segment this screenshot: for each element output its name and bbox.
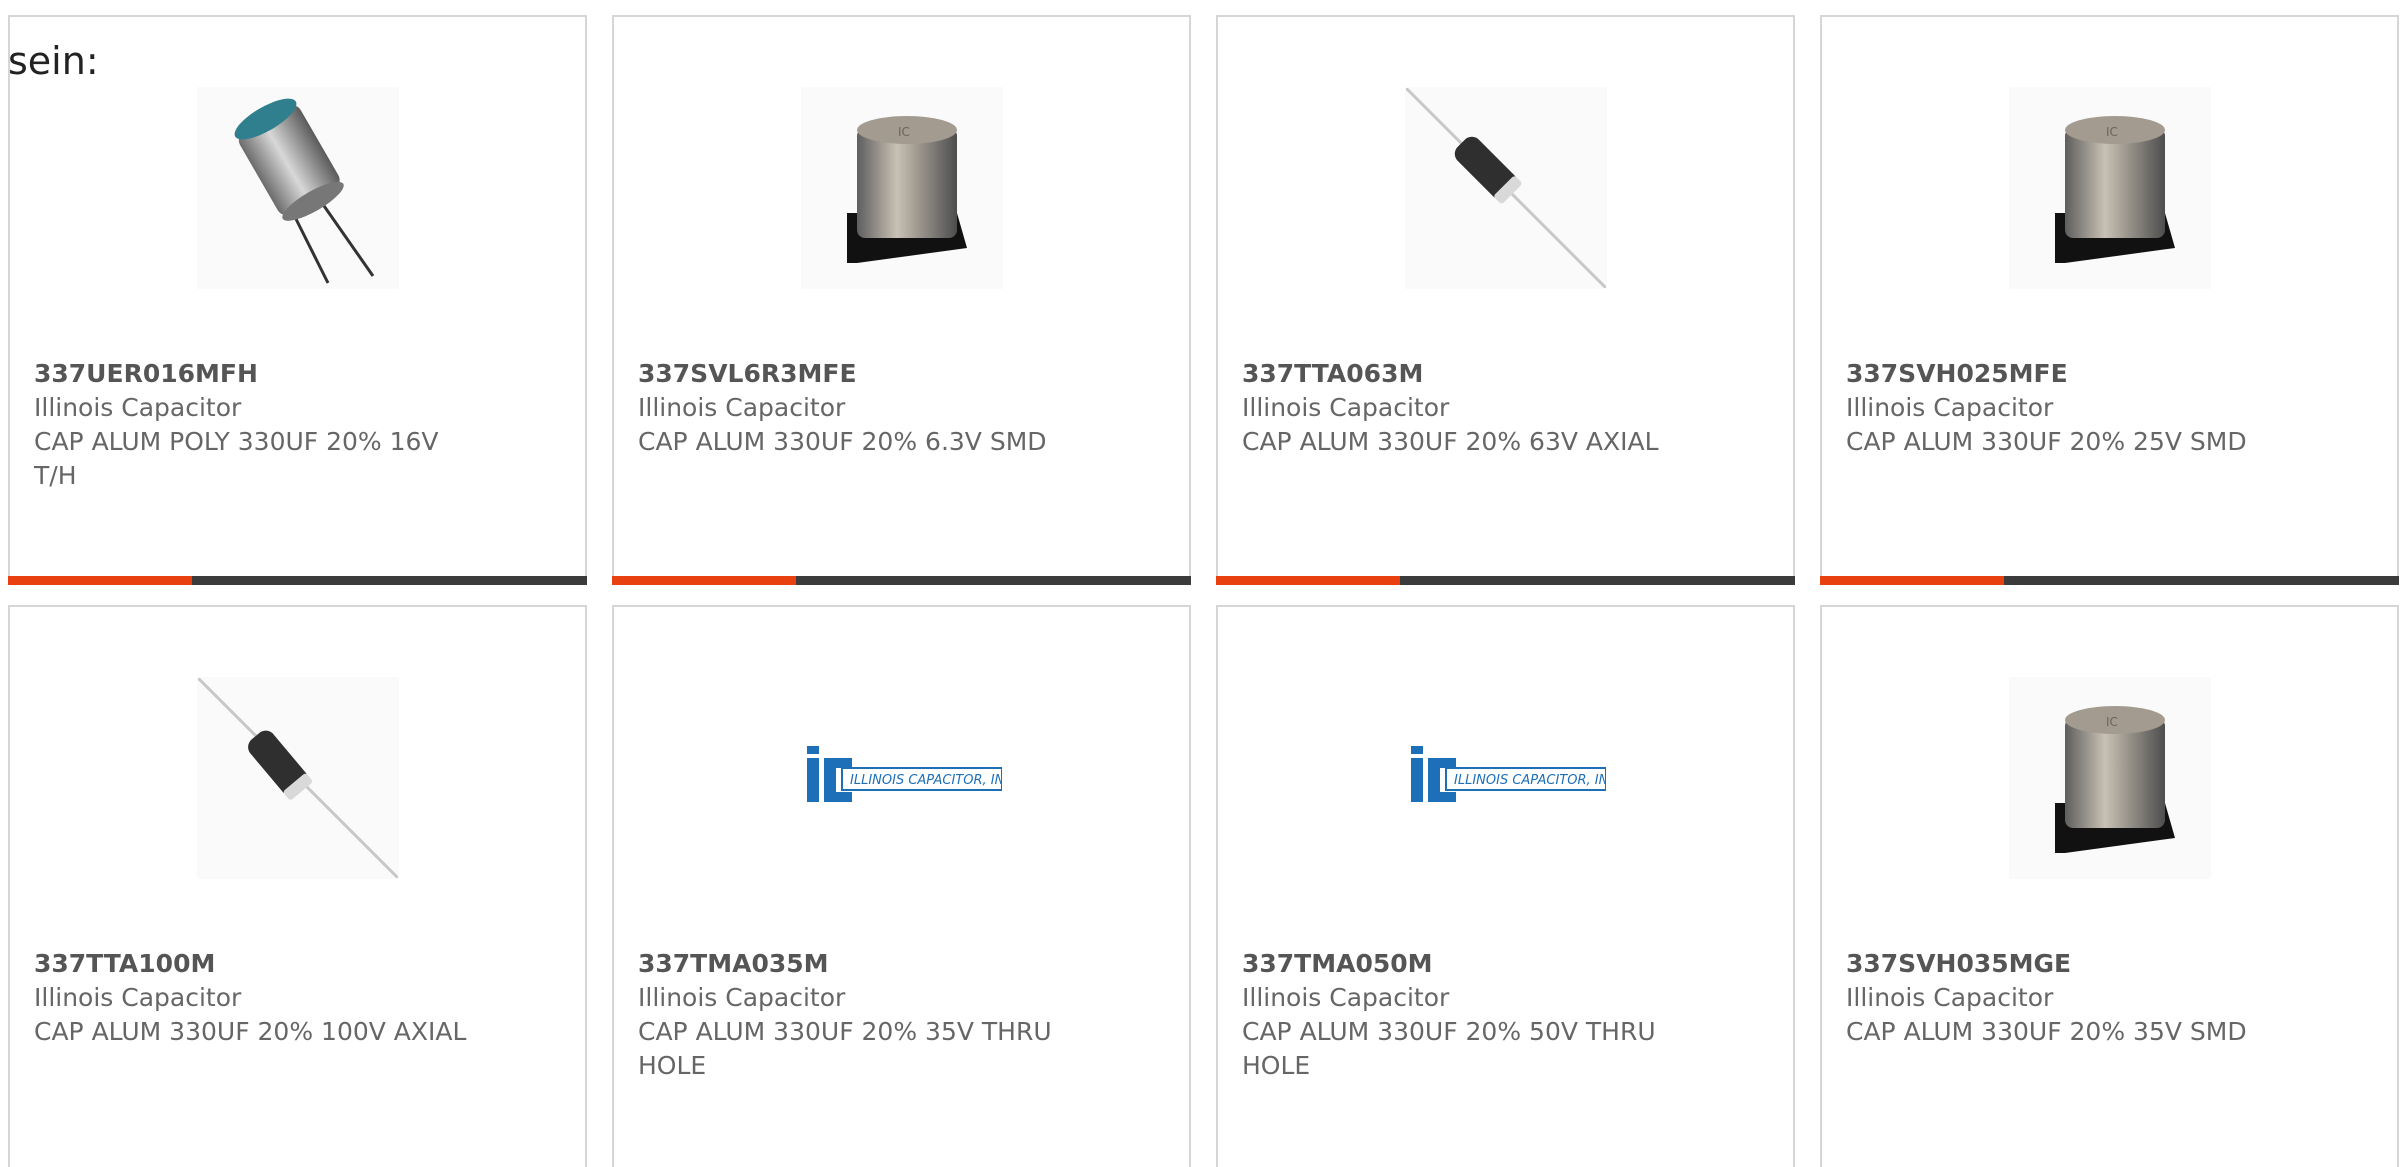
description: CAP ALUM 330UF 20% 6.3V SMD [638, 427, 1047, 456]
product-card[interactable]: IC 337SVH025MFE Illinois Capacitor CAP A… [1820, 15, 2399, 585]
part-number[interactable]: 337TMA050M [1242, 947, 1682, 981]
card-underline-accent [1820, 576, 2004, 585]
product-grid-page: 337UER016MFH Illinois Capacitor CAP ALUM… [0, 0, 2400, 1167]
part-number[interactable]: 337UER016MFH [34, 357, 474, 391]
smd-capacitor-icon: IC [2009, 87, 2211, 289]
card-underline-accent [8, 576, 192, 585]
manufacturer: Illinois Capacitor [1846, 393, 2054, 422]
axial-capacitor-icon [197, 677, 399, 879]
manufacturer: Illinois Capacitor [638, 393, 846, 422]
product-info: 337TTA063M Illinois Capacitor CAP ALUM 3… [1242, 357, 1682, 459]
svg-text:IC: IC [2106, 715, 2118, 729]
smd-capacitor-icon: IC [2009, 677, 2211, 879]
product-info: 337SVL6R3MFE Illinois Capacitor CAP ALUM… [638, 357, 1078, 459]
product-info: 337UER016MFH Illinois Capacitor CAP ALUM… [34, 357, 474, 493]
product-info: 337TMA050M Illinois Capacitor CAP ALUM 3… [1242, 947, 1682, 1083]
product-card[interactable]: IC 337SVH035MGE Illinois Capacitor CAP A… [1820, 605, 2399, 1167]
description: CAP ALUM POLY 330UF 20% 16V T/H [34, 427, 439, 490]
axial-capacitor-icon [1405, 87, 1607, 289]
description: CAP ALUM 330UF 20% 50V THRU HOLE [1242, 1017, 1656, 1080]
description: CAP ALUM 330UF 20% 63V AXIAL [1242, 427, 1659, 456]
card-underline [1820, 576, 2399, 585]
illinois-capacitor-logo: ILLINOIS CAPACITOR, INC. [1405, 677, 1607, 879]
product-card[interactable]: ILLINOIS CAPACITOR, INC. 337TMA050M Illi… [1216, 605, 1795, 1167]
part-number[interactable]: 337TTA100M [34, 947, 474, 981]
manufacturer: Illinois Capacitor [1242, 393, 1450, 422]
part-number[interactable]: 337TTA063M [1242, 357, 1682, 391]
product-info: 337SVH035MGE Illinois Capacitor CAP ALUM… [1846, 947, 2286, 1049]
stray-label: sein: [8, 39, 99, 83]
manufacturer: Illinois Capacitor [638, 983, 846, 1012]
part-number[interactable]: 337SVH025MFE [1846, 357, 2286, 391]
manufacturer: Illinois Capacitor [34, 983, 242, 1012]
manufacturer: Illinois Capacitor [34, 393, 242, 422]
svg-text:ILLINOIS CAPACITOR, INC.: ILLINOIS CAPACITOR, INC. [1454, 773, 1606, 788]
product-card[interactable]: 337TTA100M Illinois Capacitor CAP ALUM 3… [8, 605, 587, 1167]
smd-capacitor-icon: IC [801, 87, 1003, 289]
card-underline [612, 576, 1191, 585]
description: CAP ALUM 330UF 20% 100V AXIAL [34, 1017, 467, 1046]
card-underline-accent [612, 576, 796, 585]
part-number[interactable]: 337TMA035M [638, 947, 1078, 981]
product-card[interactable]: 337UER016MFH Illinois Capacitor CAP ALUM… [8, 15, 587, 585]
svg-text:IC: IC [898, 125, 910, 139]
product-info: 337SVH025MFE Illinois Capacitor CAP ALUM… [1846, 357, 2286, 459]
radial-capacitor-icon [197, 87, 399, 289]
manufacturer: Illinois Capacitor [1846, 983, 2054, 1012]
product-card[interactable]: ILLINOIS CAPACITOR, INC. 337TMA035M Illi… [612, 605, 1191, 1167]
svg-text:IC: IC [2106, 125, 2118, 139]
description: CAP ALUM 330UF 20% 35V SMD [1846, 1017, 2247, 1046]
product-card[interactable]: IC 337SVL6R3MFE Illinois Capacitor CAP A… [612, 15, 1191, 585]
card-underline [8, 576, 587, 585]
description: CAP ALUM 330UF 20% 35V THRU HOLE [638, 1017, 1052, 1080]
manufacturer: Illinois Capacitor [1242, 983, 1450, 1012]
product-info: 337TMA035M Illinois Capacitor CAP ALUM 3… [638, 947, 1078, 1083]
description: CAP ALUM 330UF 20% 25V SMD [1846, 427, 2247, 456]
product-card[interactable]: 337TTA063M Illinois Capacitor CAP ALUM 3… [1216, 15, 1795, 585]
card-underline [1216, 576, 1795, 585]
svg-text:ILLINOIS CAPACITOR, INC.: ILLINOIS CAPACITOR, INC. [850, 773, 1002, 788]
part-number[interactable]: 337SVL6R3MFE [638, 357, 1078, 391]
product-info: 337TTA100M Illinois Capacitor CAP ALUM 3… [34, 947, 474, 1049]
illinois-capacitor-logo: ILLINOIS CAPACITOR, INC. [801, 677, 1003, 879]
part-number[interactable]: 337SVH035MGE [1846, 947, 2286, 981]
card-underline-accent [1216, 576, 1400, 585]
